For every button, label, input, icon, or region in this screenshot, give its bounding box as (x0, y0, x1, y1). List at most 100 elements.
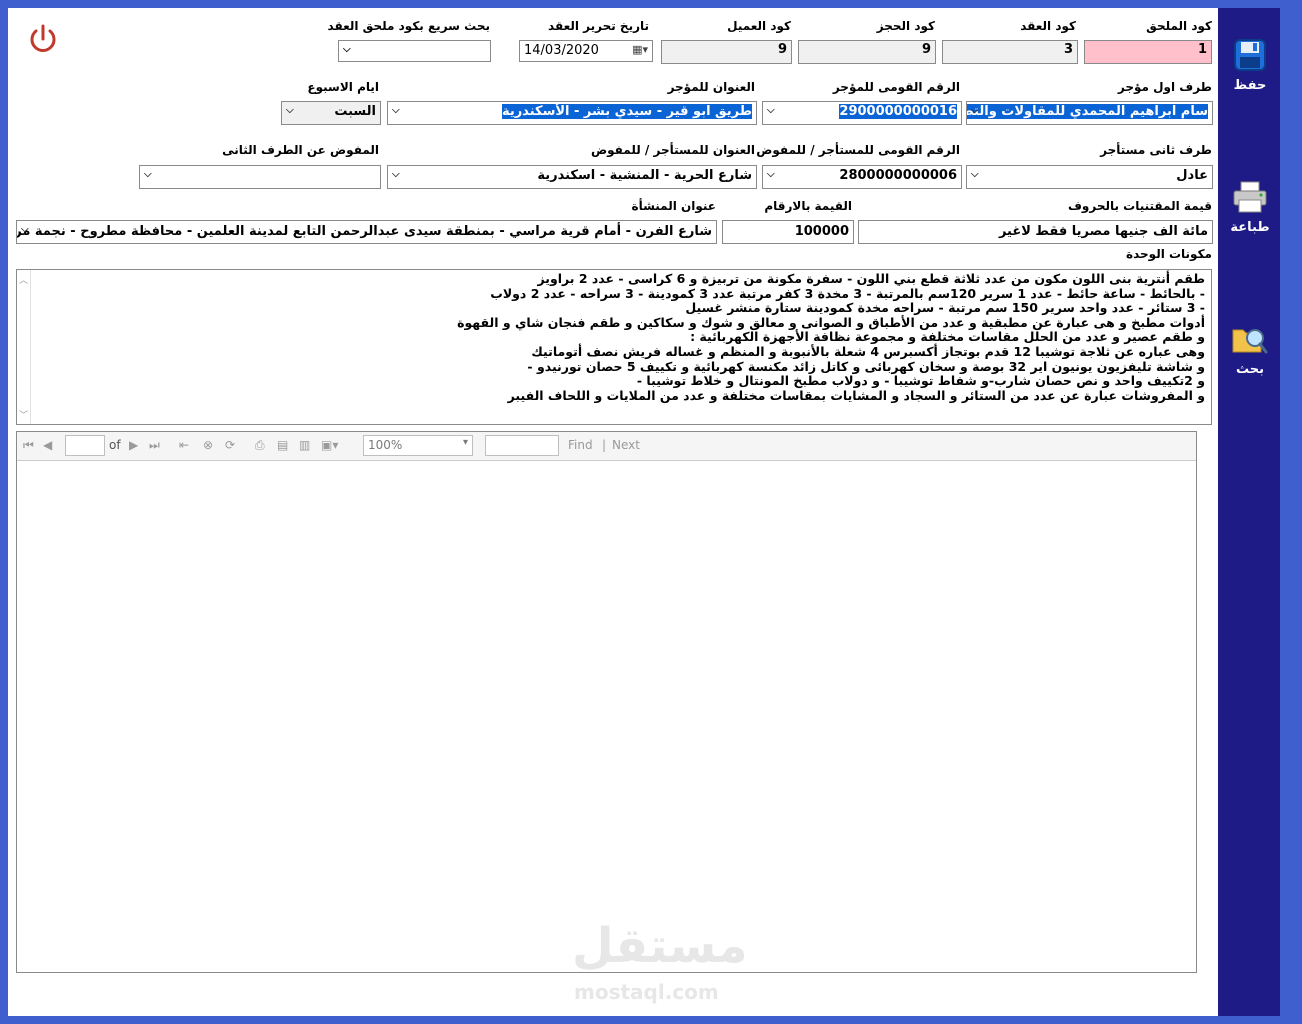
chevron-down-icon[interactable]: ⌵ (971, 105, 979, 116)
calendar-icon[interactable]: ▦▾ (632, 43, 648, 56)
stop-icon[interactable]: ⊗ (203, 438, 213, 452)
second-party-value: عادل (1176, 168, 1208, 183)
label-tenant-address: العنوان للمستأجر / للمفوض (590, 143, 755, 157)
tenant-national-id-combo[interactable]: ⌵ 2800000000006 (762, 165, 962, 189)
folder-search-icon (1232, 329, 1268, 354)
last-page-icon[interactable]: ⏭ (149, 438, 160, 453)
label-contract-date: تاريخ تحرير العقد (548, 19, 649, 33)
label-addendum-code: كود الملحق (1146, 19, 1212, 33)
tenant-address-combo[interactable]: ⌵ شارع الحرية - المنشية - اسكندرية (387, 165, 757, 189)
label-value-numbers: القيمة بالارقام (764, 199, 852, 213)
next-link[interactable]: Next (612, 438, 640, 452)
second-party-combo[interactable]: ⌵ عادل (966, 165, 1213, 189)
facility-address-value: شارع الفرن - أمام قرية مراسي - بمنطقة سي… (16, 224, 712, 239)
action-sidebar (1218, 8, 1280, 1016)
app-window: كود الملحق كود العقد كود الحجز كود العمي… (0, 0, 1302, 1024)
save-button[interactable]: حفظ (1222, 38, 1278, 93)
search-button[interactable]: بحث (1222, 322, 1278, 377)
export-icon[interactable]: ▣▾ (321, 438, 338, 452)
search-label: بحث (1235, 362, 1264, 377)
first-party-value: سام ابراهيم المحمدي للمقاولات والتطوير ا… (967, 104, 1208, 119)
tenant-national-id-value: 2800000000006 (839, 168, 957, 183)
lessor-national-id-value: 2900000000016 (839, 104, 957, 119)
printer-icon (1233, 181, 1267, 213)
facility-address-combo[interactable]: ⌵ شارع الفرن - أمام قرية مراسي - بمنطقة … (16, 220, 717, 244)
label-delegate-second: المفوض عن الطرف الثانى (222, 143, 379, 157)
lessor-national-id-combo[interactable]: ⌵ 2900000000016 (762, 101, 962, 125)
label-unit-components: مكونات الوحدة (1126, 247, 1212, 261)
chevron-down-icon[interactable]: ⌵ (21, 224, 29, 235)
weekday-value: السبت (334, 104, 376, 119)
components-line: طقم أنترية بنى اللون مكون من عدد ثلاثة ق… (537, 271, 1205, 286)
value-numbers-field[interactable]: 100000 (722, 220, 854, 244)
label-facility-address: عنوان المنشأة (631, 199, 716, 213)
chevron-down-icon[interactable]: ⌵ (767, 105, 775, 116)
first-page-icon[interactable]: ⏮ (23, 438, 34, 453)
next-page-icon[interactable]: ▶ (129, 438, 138, 452)
zoom-select[interactable]: 100% ▾ (363, 435, 473, 456)
save-label: حفظ (1233, 78, 1267, 93)
components-line: وهى عباره عن ثلاجة توشيبا 12 قدم بوتجاز … (531, 343, 1205, 359)
find-input[interactable] (485, 435, 559, 456)
page-of-label: of (109, 438, 121, 452)
watermark-latin: mostaql.com (574, 980, 719, 1004)
contract-date-value: 14/03/2020 (524, 43, 599, 58)
components-line: و طقم عصير و عدد من الحلل مقاسات مختلفة … (690, 329, 1205, 345)
print-report-icon[interactable]: ⎙ (255, 438, 265, 453)
label-client-code: كود العميل (727, 19, 791, 33)
components-line: أدوات مطبخ و هى عبارة عن مطبقية و عدد من… (457, 314, 1205, 330)
label-contract-code: كود العقد (1020, 19, 1076, 33)
floppy-disk-icon (1234, 39, 1266, 71)
value-words-field[interactable]: مائة الف جنيها مصريا فقط لاغير (858, 220, 1213, 244)
label-tenant-national-id: الرقم القومى للمستأجر / للمفوض (756, 143, 960, 157)
chevron-down-icon[interactable]: ⌵ (971, 169, 979, 180)
back-icon[interactable]: ⇤ (179, 438, 189, 452)
quick-search-combo[interactable]: ⌵ (338, 40, 491, 62)
power-icon (30, 24, 56, 52)
chevron-down-icon[interactable]: ⌵ (343, 44, 351, 55)
components-line: - بالحائط - ساعة حائط - عدد 1 سرير 120سم… (490, 285, 1205, 301)
contract-code-field[interactable]: 3 (942, 40, 1078, 64)
booking-code-field[interactable]: 9 (798, 40, 936, 64)
power-button[interactable] (26, 22, 60, 56)
label-quick-search: بحث سريع بكود ملحق العقد (327, 19, 490, 33)
report-toolbar: ⏮ ◀ of ▶ ⏭ ⇤ ⊗ ⟳ ⎙ ▤ ▥ ▣▾ 100% ▾ Find | … (17, 432, 1196, 461)
contract-date-picker[interactable]: 14/03/2020 ▦▾ (519, 40, 653, 62)
unit-components-textarea[interactable]: طقم أنترية بنى اللون مكون من عدد ثلاثة ق… (16, 269, 1212, 425)
page-setup-icon[interactable]: ▥ (299, 438, 310, 452)
label-first-party: طرف اول مؤجر (1117, 80, 1212, 94)
print-button[interactable]: طباعة (1222, 180, 1278, 235)
scroll-down-icon[interactable]: ﹀ (19, 408, 28, 421)
first-party-combo[interactable]: ⌵ سام ابراهيم المحمدي للمقاولات والتطوير… (966, 101, 1213, 125)
find-separator: | (602, 438, 607, 452)
textarea-scrollbar[interactable]: ︿ ﹀ (16, 270, 31, 424)
zoom-value: 100% (368, 438, 403, 452)
addendum-code-field[interactable]: 1 (1084, 40, 1212, 64)
previous-page-icon[interactable]: ◀ (43, 438, 52, 452)
find-link[interactable]: Find (568, 438, 593, 452)
label-value-words: قيمة المقتنيات بالحروف (1067, 199, 1212, 213)
weekday-select[interactable]: ⌵ السبت (281, 101, 381, 125)
components-line: و 2تكييف واحد و نص حصان شارب-و شفاط توشي… (636, 373, 1205, 389)
chevron-down-icon[interactable]: ⌵ (286, 105, 294, 116)
refresh-icon[interactable]: ⟳ (225, 438, 235, 452)
label-lessor-address: العنوان للمؤجر (667, 80, 755, 94)
page-number-input[interactable] (65, 435, 105, 456)
components-line: و المفروشات عبارة عن عدد من الستائر و ال… (507, 387, 1205, 403)
scroll-up-icon[interactable]: ︿ (19, 273, 28, 286)
client-code-field[interactable]: 9 (661, 40, 792, 64)
chevron-down-icon[interactable]: ⌵ (767, 169, 775, 180)
chevron-down-icon[interactable]: ⌵ (392, 169, 400, 180)
lessor-address-value: طريق ابو قير - سيدي بشر - الأسكندرية (501, 104, 752, 119)
label-second-party: طرف ثانى مستأجر (1100, 143, 1212, 157)
components-line: - 3 ستائر - عدد واحد سرير 150 سم مرتبة -… (685, 300, 1205, 316)
print-layout-icon[interactable]: ▤ (277, 438, 288, 452)
chevron-down-icon[interactable]: ▾ (463, 437, 468, 448)
label-weekdays: ايام الاسبوع (307, 80, 379, 94)
lessor-address-combo[interactable]: ⌵ طريق ابو قير - سيدي بشر - الأسكندرية (387, 101, 757, 125)
print-label: طباعة (1230, 220, 1270, 235)
label-booking-code: كود الحجز (876, 19, 935, 33)
delegate-second-combo[interactable]: ⌵ (139, 165, 381, 189)
chevron-down-icon[interactable]: ⌵ (144, 169, 152, 180)
chevron-down-icon[interactable]: ⌵ (392, 105, 400, 116)
